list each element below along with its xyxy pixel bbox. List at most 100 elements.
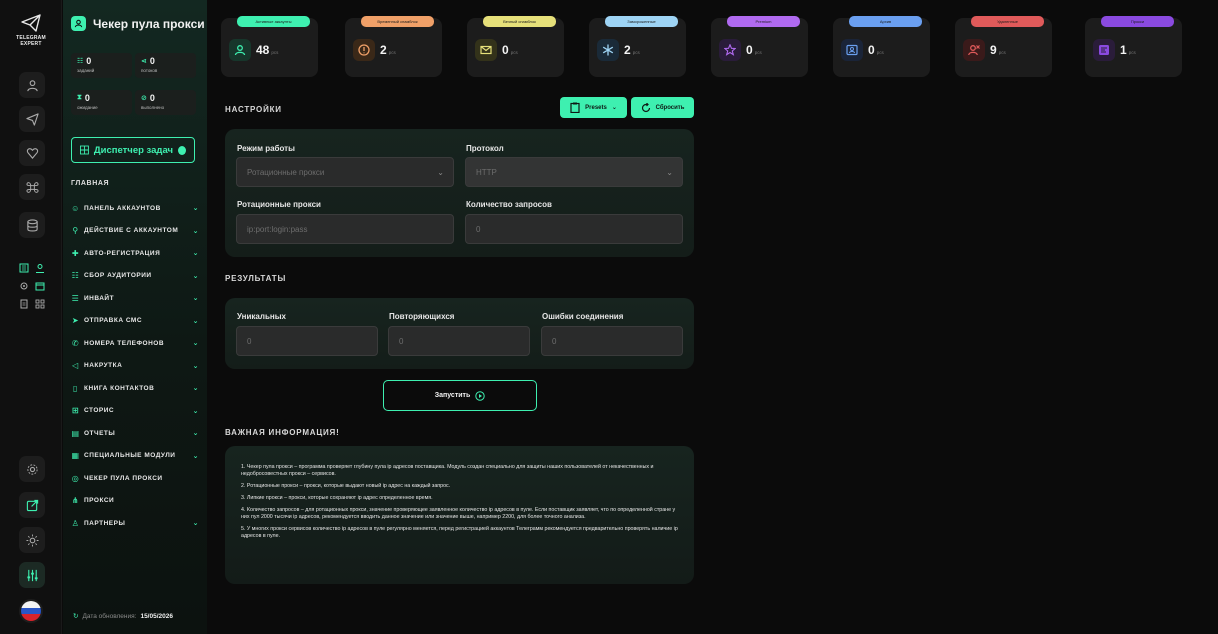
rail-theme-button[interactable] [19, 527, 45, 553]
chevron-down-icon: ⌄ [192, 250, 199, 258]
stat-label: ожидание [77, 105, 98, 110]
info-panel: 1. Чекер пула прокси – программа проверя… [225, 446, 694, 584]
modules-icon: ▦ [71, 451, 80, 461]
gauge-icon: ◎ [71, 473, 80, 483]
rail-command-button[interactable] [19, 174, 45, 200]
counter-value: 1 [1120, 43, 1127, 57]
sidebar-item-label: ИНВАЙТ [84, 294, 115, 302]
counter-temp-spamblock[interactable]: Временный спамблок 2 pcs [345, 16, 442, 77]
grid-document-icon[interactable] [18, 298, 30, 310]
counter-active-accounts[interactable]: Активные аккаунты 48 pcs [221, 16, 318, 77]
settings-panel: Режим работы Ротационные прокси ⌄ Проток… [225, 129, 694, 257]
rail-heart-button[interactable] [19, 140, 45, 166]
sidebar-item-label: ОТПРАВКА СМС [84, 317, 143, 325]
grid-calendar-icon[interactable] [34, 280, 46, 292]
presets-button[interactable]: Presets ⌄ [560, 97, 627, 118]
counter-archive[interactable]: Архив 0 pcs [833, 16, 930, 77]
rail-send-button[interactable] [19, 106, 45, 132]
info-item: 1. Чекер пула прокси – программа проверя… [241, 464, 654, 477]
task-dispatcher-button[interactable]: Диспетчер задач [71, 137, 195, 163]
sidebar-item-special-modules[interactable]: ▦ СПЕЦИАЛЬНЫЕ МОДУЛИ ⌄ [71, 445, 199, 468]
stat-waiting: ⧗ 0 ожидание [71, 90, 132, 115]
partners-icon: ♙ [71, 518, 80, 528]
counter-deleted[interactable]: Удаленные 9 pcs [955, 16, 1052, 77]
tasks-icon: ☷ [77, 58, 84, 65]
external-link-icon [26, 499, 38, 511]
stat-value: 0 [86, 56, 92, 66]
star-icon [719, 39, 741, 61]
rail-mini-grid [18, 262, 48, 310]
nav-section-main[interactable]: ГЛАВНАЯ [71, 180, 109, 187]
counter-value: 2 [624, 43, 631, 57]
counter-unit: pcs [754, 50, 762, 55]
sidebar-item-proxy[interactable]: ⋔ ПРОКСИ [71, 490, 199, 513]
counter-proxy[interactable]: Прокси 1 pcs [1085, 16, 1182, 77]
chevron-down-icon: ⌄ [192, 317, 199, 325]
sidebar-item-stories[interactable]: ⊞ СТОРИС ⌄ [71, 400, 199, 423]
share-icon: ⋖ [141, 58, 147, 65]
sidebar-item-auto-registration[interactable]: ✚ АВТО-РЕГИСТРАЦИЯ ⌄ [71, 242, 199, 265]
rail-settings-button[interactable] [19, 456, 45, 482]
counter-unit: pcs [510, 50, 518, 55]
chevron-down-icon: ⌄ [192, 227, 199, 235]
grid-building-icon[interactable] [18, 262, 30, 274]
info-item: 5. У многих прокси сервисов количество i… [241, 526, 678, 539]
rotating-proxy-input[interactable] [236, 214, 454, 244]
sidebar-nav: ☺ ПАНЕЛЬ АККАУНТОВ ⌄ ⚲ ДЕЙСТВИЕ С АККАУНТОМ… [71, 197, 199, 535]
grid-person-icon[interactable] [34, 262, 46, 274]
sidebar-item-audience[interactable]: ☷ СБОР АУДИТОРИИ ⌄ [71, 265, 199, 288]
chevron-down-icon: ⌄ [437, 168, 444, 177]
database-icon [26, 218, 38, 232]
sidebar-item-boost[interactable]: ◁ НАКРУТКА ⌄ [71, 355, 199, 378]
sidebar-item-partners[interactable]: ♙ ПАРТНЕРЫ ⌄ [71, 512, 199, 535]
grid-gear-icon[interactable] [18, 280, 30, 292]
task-dispatcher-label: Диспетчер задач [93, 144, 174, 156]
stat-threads: ⋖ 0 потоков [135, 53, 196, 78]
sidebar-item-label: ДЕЙСТВИЕ С АККАУНТОМ [84, 227, 179, 235]
stat-value: 0 [149, 93, 155, 103]
sliders-icon [26, 569, 38, 581]
book-icon: ▯ [73, 383, 78, 393]
brand-logo[interactable]: TELEGRAM EXPERT [6, 14, 56, 47]
errors-value-field: 0 [541, 326, 683, 356]
sidebar-item-label: ЧЕКЕР ПУЛА ПРОКСИ [84, 474, 163, 482]
reset-button[interactable]: Сбросить [631, 97, 694, 118]
requests-count-input[interactable] [465, 214, 683, 244]
sidebar-item-reports[interactable]: ▤ ОТЧЕТЫ ⌄ [71, 422, 199, 445]
alert-icon [353, 39, 375, 61]
counter-frozen[interactable]: Замороженные 2 pcs [589, 16, 686, 77]
info-item: 2. Ротационные прокси – прокси, которые … [241, 483, 451, 489]
counter-label: Удаленные [971, 16, 1044, 27]
counter-premium[interactable]: Premium 0 pcs [711, 16, 808, 77]
mode-select-value: Ротационные прокси [247, 167, 325, 177]
mode-select[interactable]: Ротационные прокси ⌄ [236, 157, 454, 187]
sidebar-item-sms[interactable]: ➤ ОТПРАВКА СМС ⌄ [71, 310, 199, 333]
check-circle-icon: ⊘ [141, 95, 147, 102]
repeat-value-field: 0 [388, 326, 530, 356]
rail-user-button[interactable] [19, 72, 45, 98]
sidebar-item-account-actions[interactable]: ⚲ ДЕЙСТВИЕ С АККАУНТОМ ⌄ [71, 220, 199, 243]
stat-value: 0 [149, 56, 155, 66]
sidebar-item-label: СТОРИС [84, 407, 115, 415]
sidebar-item-phones[interactable]: ✆ НОМЕРА ТЕЛЕФОНОВ ⌄ [71, 332, 199, 355]
counter-perm-spamblock[interactable]: Вечный спамблок 0 pcs [467, 16, 564, 77]
protocol-select[interactable]: HTTP ⌄ [465, 157, 683, 187]
counter-unit: pcs [271, 50, 279, 55]
rail-external-button[interactable] [19, 492, 45, 518]
counter-value: 9 [990, 43, 997, 57]
mode-label: Режим работы [237, 144, 295, 153]
counter-unit: pcs [632, 50, 640, 55]
language-flag-icon[interactable] [19, 599, 43, 623]
chevron-down-icon: ⌄ [611, 105, 617, 111]
clipboard-icon [570, 102, 580, 113]
sidebar-item-proxy-checker[interactable]: ◎ ЧЕКЕР ПУЛА ПРОКСИ [71, 467, 199, 490]
run-button[interactable]: Запустить [383, 380, 537, 411]
rail-sliders-button[interactable] [19, 562, 45, 588]
counter-unit: pcs [876, 50, 884, 55]
sidebar-item-accounts[interactable]: ☺ ПАНЕЛЬ АККАУНТОВ ⌄ [71, 197, 199, 220]
heart-icon [26, 147, 38, 159]
grid-apps-icon[interactable] [34, 298, 46, 310]
sidebar-item-contacts[interactable]: ▯ КНИГА КОНТАКТОВ ⌄ [71, 377, 199, 400]
rail-database-button[interactable] [19, 212, 45, 238]
sidebar-item-invite[interactable]: ☰ ИНВАЙТ ⌄ [71, 287, 199, 310]
